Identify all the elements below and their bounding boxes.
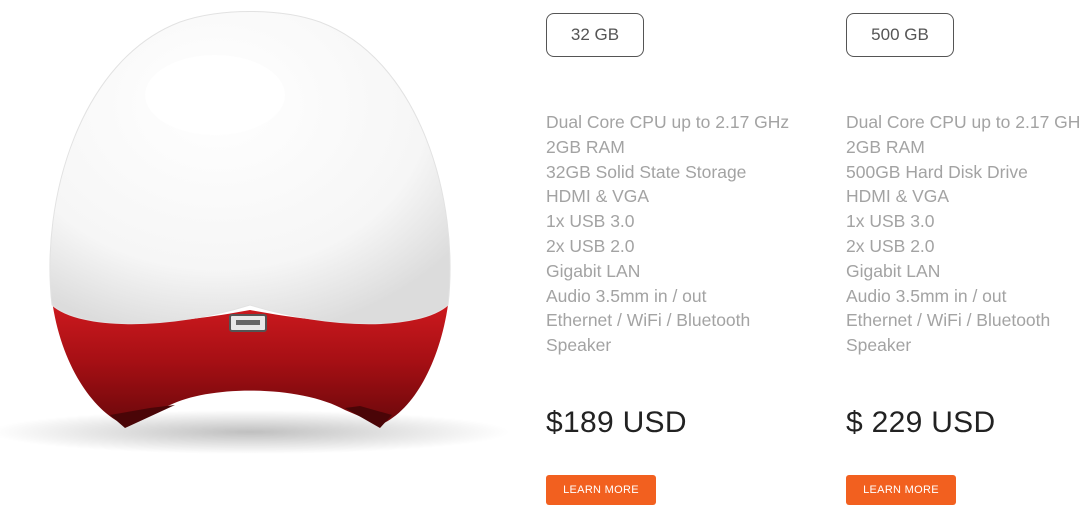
spec-item: Gigabit LAN: [546, 260, 641, 281]
learn-more-button[interactable]: LEARN MORE: [546, 475, 656, 505]
spec-item: Ethernet / WiFi / Bluetooth: [846, 310, 1051, 331]
product-image: [0, 0, 530, 518]
spec-item: 1x USB 3.0: [546, 211, 635, 232]
spec-item: HDMI & VGA: [846, 186, 950, 207]
spec-item: Speaker: [846, 335, 912, 356]
price-label: $189 USD: [546, 406, 687, 439]
spec-item: Gigabit LAN: [846, 260, 941, 281]
product-column-500gb: 500 GB Dual Core CPU up to 2.17 GHz 2GB …: [846, 0, 1080, 518]
spec-item: 2x USB 2.0: [546, 235, 635, 256]
product-column-32gb: 32 GB Dual Core CPU up to 2.17 GHz 2GB R…: [546, 0, 789, 518]
spec-item: 32GB Solid State Storage: [546, 161, 747, 182]
spec-item: Audio 3.5mm in / out: [846, 285, 1007, 306]
spec-item: 2GB RAM: [846, 136, 925, 157]
spec-item: HDMI & VGA: [546, 186, 650, 207]
spec-list: Dual Core CPU up to 2.17 GHz 2GB RAM 500…: [846, 110, 1080, 358]
spec-item: Dual Core CPU up to 2.17 GHz: [846, 112, 1080, 132]
spec-item: 2x USB 2.0: [846, 235, 935, 256]
price-label: $ 229 USD: [846, 406, 996, 439]
spec-item: Speaker: [546, 335, 612, 356]
spec-list: Dual Core CPU up to 2.17 GHz 2GB RAM 32G…: [546, 110, 789, 358]
spec-item: Dual Core CPU up to 2.17 GHz: [546, 112, 790, 132]
capacity-option-button[interactable]: 32 GB: [546, 13, 644, 57]
capacity-option-button[interactable]: 500 GB: [846, 13, 954, 57]
spec-item: 1x USB 3.0: [846, 211, 935, 232]
learn-more-button[interactable]: LEARN MORE: [846, 475, 956, 505]
spec-item: Ethernet / WiFi / Bluetooth: [546, 310, 751, 331]
spec-item: 500GB Hard Disk Drive: [846, 161, 1028, 182]
spec-item: 2GB RAM: [546, 136, 625, 157]
spec-item: Audio 3.5mm in / out: [546, 285, 707, 306]
